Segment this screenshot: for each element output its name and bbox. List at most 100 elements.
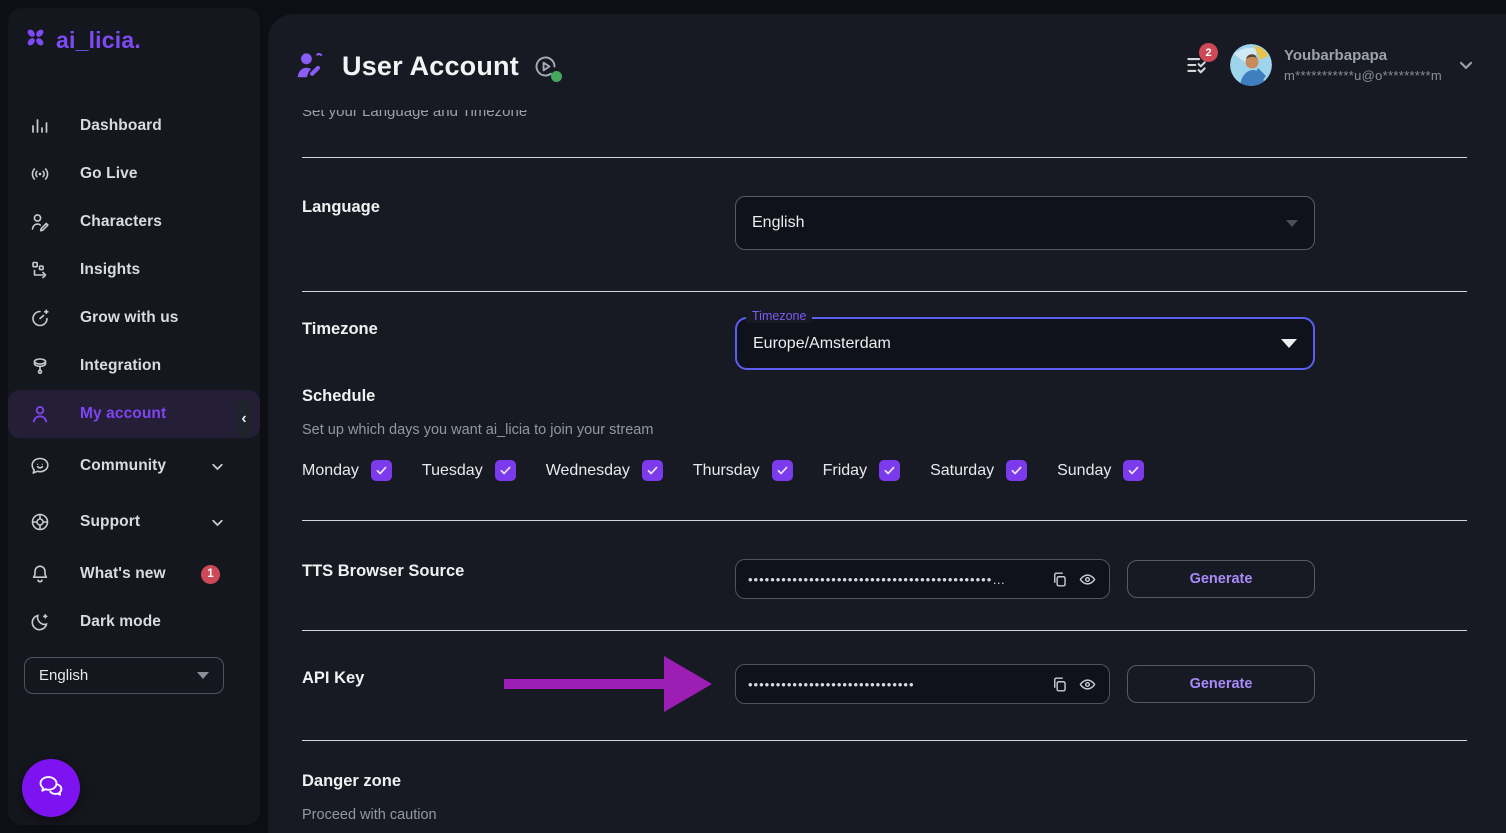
sunday-checkbox[interactable] — [1123, 460, 1144, 481]
api-key-label: API Key — [302, 669, 364, 688]
sidebar-item-go-live[interactable]: Go Live — [8, 150, 260, 198]
bell-icon — [28, 562, 52, 586]
sidebar-item-integration[interactable]: Integration — [8, 342, 260, 390]
eye-icon[interactable] — [1078, 675, 1097, 694]
sidebar-item-dashboard[interactable]: Dashboard — [8, 102, 260, 150]
sidebar-item-label: Dashboard — [80, 117, 162, 135]
thursday-checkbox[interactable] — [772, 460, 793, 481]
caret-down-icon — [1281, 339, 1297, 348]
caret-down-icon — [1286, 220, 1298, 227]
user-info: Youbarbapapa m***********u@o*********m — [1284, 47, 1442, 83]
section-intro-text: Set your Language and Timezone — [302, 110, 527, 120]
eye-icon[interactable] — [1078, 570, 1097, 589]
sidebar-collapse-button[interactable]: ‹ — [236, 400, 252, 437]
task-list-icon[interactable]: 2 — [1184, 52, 1210, 78]
sidebar-item-my-account[interactable]: My account — [8, 390, 260, 438]
api-key-generate-button[interactable]: Generate — [1127, 665, 1315, 703]
brand-logo[interactable]: ai_licia. — [22, 24, 141, 56]
sidebar-nav: Dashboard Go Live Characters Insights Gr… — [8, 102, 260, 646]
user-email-masked: m***********u@o*********m — [1284, 68, 1442, 83]
sidebar-item-label: Support — [80, 513, 140, 531]
notifications-badge: 2 — [1199, 43, 1218, 62]
chat-fab-button[interactable] — [22, 759, 80, 817]
day-friday: Friday — [823, 460, 900, 481]
generate-button-label: Generate — [1190, 676, 1253, 692]
language-select[interactable]: English — [735, 196, 1315, 250]
caret-down-icon — [197, 672, 209, 679]
day-tuesday: Tuesday — [422, 460, 516, 481]
day-label: Friday — [823, 462, 867, 480]
sidebar-item-label: Community — [80, 457, 166, 475]
api-key-input[interactable]: •••••••••••••••••••••••••••••• — [735, 664, 1110, 704]
day-wednesday: Wednesday — [546, 460, 663, 481]
day-saturday: Saturday — [930, 460, 1027, 481]
lifebuoy-icon — [28, 510, 52, 534]
user-name: Youbarbapapa — [1284, 47, 1442, 64]
chevron-left-icon: ‹ — [241, 410, 246, 428]
page-title: User Account — [342, 51, 519, 82]
timezone-field-label: Timezone — [746, 309, 812, 323]
tts-masked-value: ••••••••••••••••••••••••••••••••••••••••… — [748, 572, 1041, 587]
sidebar-item-dark-mode[interactable]: Dark mode — [8, 598, 260, 646]
saturday-checkbox[interactable] — [1006, 460, 1027, 481]
sidebar-item-label: Go Live — [80, 165, 138, 183]
avatar[interactable] — [1230, 44, 1272, 86]
sidebar-language-select[interactable]: English — [24, 657, 224, 694]
sidebar-item-label: Integration — [80, 357, 161, 375]
tuesday-checkbox[interactable] — [495, 460, 516, 481]
day-label: Thursday — [693, 462, 760, 480]
flower-logo-icon — [22, 24, 49, 56]
monday-checkbox[interactable] — [371, 460, 392, 481]
sidebar-item-support[interactable]: Support — [8, 498, 260, 546]
schedule-label: Schedule — [302, 387, 375, 406]
online-status-dot — [551, 71, 562, 82]
sidebar: ai_licia. Dashboard Go Live Characters I… — [8, 8, 260, 825]
chevron-down-icon[interactable] — [1456, 55, 1476, 75]
divider — [302, 291, 1467, 292]
chat-bubbles-icon — [36, 771, 66, 806]
user-account-icon — [292, 48, 328, 84]
schedule-days: Monday Tuesday Wednesday Thursday Friday… — [302, 460, 1144, 481]
sidebar-item-community[interactable]: Community — [8, 442, 260, 490]
gauge-icon — [28, 306, 52, 330]
danger-zone-label: Danger zone — [302, 772, 401, 791]
sidebar-item-grow-with-us[interactable]: Grow with us — [8, 294, 260, 342]
page-header: User Account — [292, 48, 559, 84]
tts-browser-source-input[interactable]: ••••••••••••••••••••••••••••••••••••••••… — [735, 559, 1110, 599]
main-panel: User Account 2 — [268, 14, 1506, 833]
blocks-icon — [28, 258, 52, 282]
bar-chart-icon — [28, 114, 52, 138]
database-icon — [28, 354, 52, 378]
api-key-masked-value: •••••••••••••••••••••••••••••• — [748, 677, 1041, 692]
copy-icon[interactable] — [1050, 570, 1069, 589]
timezone-select-value: Europe/Amsterdam — [753, 335, 891, 353]
sidebar-item-characters[interactable]: Characters — [8, 198, 260, 246]
person-edit-icon — [28, 210, 52, 234]
sidebar-item-insights[interactable]: Insights — [8, 246, 260, 294]
divider — [302, 157, 1467, 158]
settings-content: Set your Language and Timezone Language … — [268, 110, 1506, 833]
tts-browser-source-label: TTS Browser Source — [302, 562, 464, 581]
day-label: Sunday — [1057, 462, 1111, 480]
generate-button-label: Generate — [1190, 571, 1253, 587]
sidebar-item-label: Grow with us — [80, 309, 179, 327]
wednesday-checkbox[interactable] — [642, 460, 663, 481]
timezone-select[interactable]: Europe/Amsterdam — [735, 317, 1315, 370]
sidebar-item-whats-new[interactable]: What's new 1 — [8, 550, 260, 598]
divider — [302, 740, 1467, 741]
copy-icon[interactable] — [1050, 675, 1069, 694]
day-sunday: Sunday — [1057, 460, 1144, 481]
chat-smile-icon — [28, 454, 52, 478]
user-menu[interactable]: 2 Youbarbapapa m***********u@o*********m — [1184, 44, 1476, 86]
annotation-arrow — [504, 652, 714, 716]
whats-new-badge: 1 — [201, 565, 220, 584]
brand-logo-text: ai_licia. — [56, 27, 141, 54]
sidebar-item-label: Dark mode — [80, 613, 161, 631]
day-label: Saturday — [930, 462, 994, 480]
language-select-value: English — [752, 214, 804, 232]
tts-generate-button[interactable]: Generate — [1127, 560, 1315, 598]
language-label: Language — [302, 198, 380, 217]
restart-tour-icon[interactable] — [532, 53, 559, 80]
danger-zone-description: Proceed with caution — [302, 807, 437, 823]
friday-checkbox[interactable] — [879, 460, 900, 481]
